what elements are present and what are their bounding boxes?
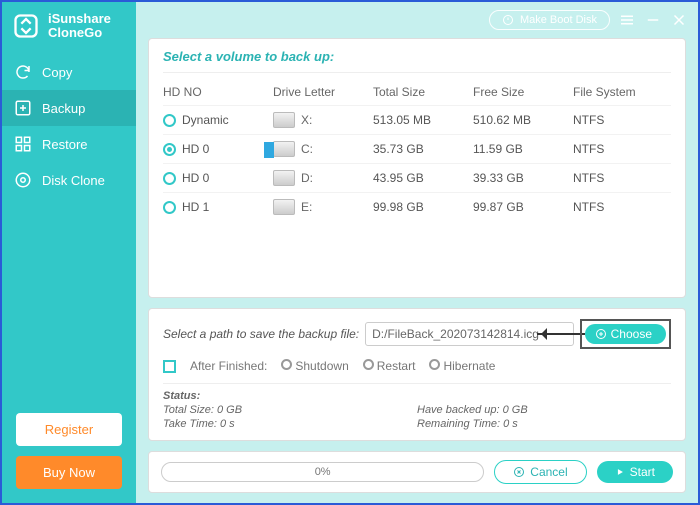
file-system: NTFS (573, 113, 671, 127)
register-button[interactable]: Register (16, 413, 122, 446)
grid-icon (14, 135, 32, 153)
after-finished-label: After Finished: (190, 359, 267, 373)
sidebar-item-copy[interactable]: Copy (2, 54, 136, 90)
drive-icon (273, 199, 295, 215)
drive-letter: C: (301, 142, 313, 156)
play-icon (615, 467, 625, 477)
volume-name: HD 1 (182, 200, 209, 214)
minimize-icon[interactable] (644, 11, 662, 29)
table-header: HD NODrive LetterTotal SizeFree SizeFile… (163, 73, 671, 105)
volume-name: HD 0 (182, 142, 209, 156)
plus-circle-icon (595, 328, 607, 340)
close-icon[interactable] (670, 11, 688, 29)
free-size: 11.59 GB (473, 142, 573, 156)
hibernate-radio[interactable]: Hibernate (429, 359, 495, 373)
file-system: NTFS (573, 171, 671, 185)
status-block: Status: Total Size: 0 GBHave backed up: … (163, 384, 671, 430)
progress-bar: 0% (161, 462, 484, 482)
sidebar-item-label: Copy (42, 65, 72, 80)
table-row[interactable]: Dynamic X: 513.05 MB510.62 MBNTFS (163, 105, 671, 134)
backup-options-card: Select a path to save the backup file: C… (148, 308, 686, 441)
free-size: 39.33 GB (473, 171, 573, 185)
sidebar-item-label: Restore (42, 137, 88, 152)
logo-icon (12, 12, 40, 40)
plus-box-icon (14, 99, 32, 117)
restart-radio[interactable]: Restart (363, 359, 416, 373)
file-system: NTFS (573, 200, 671, 214)
sidebar-item-diskclone[interactable]: Disk Clone (2, 162, 136, 198)
drive-icon (273, 170, 295, 186)
free-size: 99.87 GB (473, 200, 573, 214)
table-row[interactable]: HD 1 E: 99.98 GB99.87 GBNTFS (163, 192, 671, 221)
menu-icon[interactable] (618, 11, 636, 29)
volume-radio[interactable] (163, 201, 176, 214)
volume-radio[interactable] (163, 114, 176, 127)
start-button[interactable]: Start (597, 461, 673, 483)
sidebar-item-backup[interactable]: Backup (2, 90, 136, 126)
volume-radio[interactable] (163, 172, 176, 185)
cancel-button[interactable]: Cancel (494, 460, 586, 484)
refresh-icon (14, 63, 32, 81)
shutdown-radio[interactable]: Shutdown (281, 359, 348, 373)
drive-letter: E: (301, 200, 312, 214)
make-boot-disk-button[interactable]: Make Boot Disk (489, 10, 610, 30)
arrow-annotation (537, 333, 585, 335)
drive-letter: D: (301, 171, 313, 185)
total-size: 99.98 GB (373, 200, 473, 214)
disk-icon (14, 171, 32, 189)
volume-radio[interactable] (163, 143, 176, 156)
after-finished-checkbox[interactable] (163, 360, 176, 373)
volume-list-card: Select a volume to back up: HD NODrive L… (148, 38, 686, 298)
table-row[interactable]: HD 0 C: 35.73 GB11.59 GBNTFS (163, 134, 671, 163)
total-size: 513.05 MB (373, 113, 473, 127)
buy-now-button[interactable]: Buy Now (16, 456, 122, 489)
action-bar: 0% Cancel Start (148, 451, 686, 493)
free-size: 510.62 MB (473, 113, 573, 127)
sidebar-item-label: Disk Clone (42, 173, 105, 188)
sidebar-item-restore[interactable]: Restore (2, 126, 136, 162)
file-system: NTFS (573, 142, 671, 156)
section-title: Select a volume to back up: (163, 49, 671, 73)
drive-icon (273, 141, 295, 157)
total-size: 35.73 GB (373, 142, 473, 156)
volume-name: Dynamic (182, 113, 229, 127)
table-row[interactable]: HD 0 D: 43.95 GB39.33 GBNTFS (163, 163, 671, 192)
drive-letter: X: (301, 113, 312, 127)
power-icon (502, 14, 514, 26)
app-logo: iSunshareCloneGo (2, 2, 136, 54)
choose-button[interactable]: Choose (585, 324, 666, 344)
sidebar-item-label: Backup (42, 101, 85, 116)
choose-highlight: Choose (580, 319, 671, 349)
volume-name: HD 0 (182, 171, 209, 185)
total-size: 43.95 GB (373, 171, 473, 185)
drive-icon (273, 112, 295, 128)
x-circle-icon (513, 466, 525, 478)
path-label: Select a path to save the backup file: (163, 327, 359, 341)
